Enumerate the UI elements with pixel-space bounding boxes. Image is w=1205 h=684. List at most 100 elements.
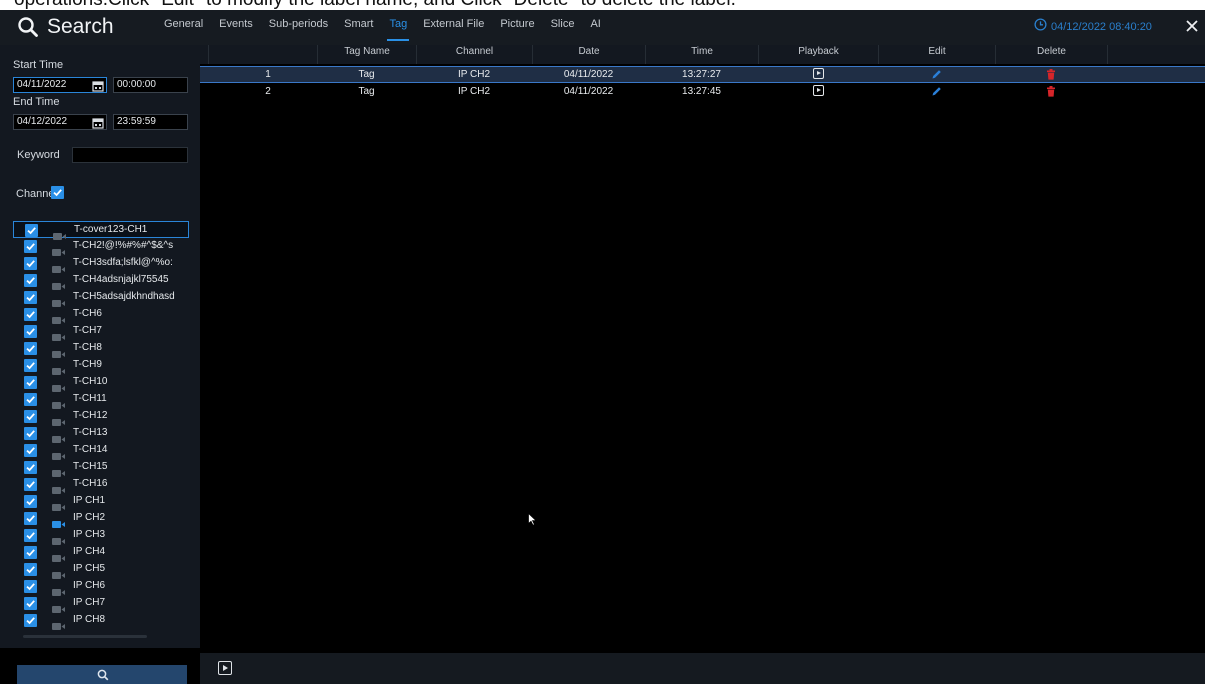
camera-icon: [52, 413, 65, 426]
pencil-icon[interactable]: [931, 86, 942, 102]
channel-item[interactable]: IP CH1: [13, 493, 189, 511]
channel-checkbox[interactable]: [24, 342, 37, 355]
channel-checkbox[interactable]: [24, 291, 37, 304]
channel-name: T-CH4adsnjajkl75545: [73, 274, 169, 285]
channel-checkbox[interactable]: [24, 495, 37, 508]
channel-name: T-CH14: [73, 444, 108, 455]
calendar-icon[interactable]: [92, 79, 104, 92]
channel-item[interactable]: T-CH6: [13, 306, 189, 324]
channel-checkbox[interactable]: [24, 274, 37, 287]
play-icon[interactable]: [218, 661, 232, 675]
tab-picture[interactable]: Picture: [492, 10, 542, 45]
channel-checkbox[interactable]: [24, 444, 37, 457]
channel-checkbox[interactable]: [24, 580, 37, 593]
tab-external-file[interactable]: External File: [415, 10, 492, 45]
channel-item[interactable]: T-CH4adsnjajkl75545: [13, 272, 189, 290]
play-icon[interactable]: [812, 84, 824, 96]
tab-ai[interactable]: AI: [582, 10, 608, 45]
channel-item[interactable]: T-CH13: [13, 425, 189, 443]
trash-icon[interactable]: [1046, 86, 1056, 102]
camera-icon: [52, 311, 65, 324]
channel-item[interactable]: T-CH7: [13, 323, 189, 341]
spacer-column-header: [1107, 45, 1205, 64]
channel-list-scrollbar[interactable]: [13, 635, 189, 639]
channel-item[interactable]: IP CH6: [13, 578, 189, 596]
channel-select-all-checkbox[interactable]: [51, 186, 64, 199]
camera-icon: [52, 396, 65, 409]
channel-item[interactable]: T-CH10: [13, 374, 189, 392]
close-button[interactable]: [1183, 16, 1201, 36]
channel-item[interactable]: T-CH9: [13, 357, 189, 375]
channel-checkbox[interactable]: [24, 393, 37, 406]
channel-checkbox[interactable]: [24, 240, 37, 253]
clock-datetime: 04/12/2022 08:40:20: [1051, 21, 1152, 33]
play-icon[interactable]: [812, 67, 824, 79]
delete-cell: [995, 67, 1107, 84]
channel-item[interactable]: IP CH3: [13, 527, 189, 545]
start-time-field[interactable]: 00:00:00: [113, 77, 188, 93]
channel-item[interactable]: T-cover123-CH1: [13, 221, 189, 240]
channel-item[interactable]: T-CH11: [13, 391, 189, 409]
tab-general[interactable]: General: [156, 10, 211, 45]
camera-icon: [52, 617, 65, 630]
app-title: Search: [47, 15, 114, 38]
table-header: Tag Name Channel Date Time Playback Edit Delet…: [200, 45, 1205, 64]
search-button[interactable]: [17, 665, 187, 684]
channel-checkbox[interactable]: [24, 529, 37, 542]
keyword-input[interactable]: [72, 147, 188, 163]
channel-checkbox[interactable]: [24, 376, 37, 389]
channel-item[interactable]: T-CH5adsajdkhndhasd: [13, 289, 189, 307]
trash-icon[interactable]: [1046, 69, 1056, 85]
channel-item[interactable]: T-CH12: [13, 408, 189, 426]
edit-cell: [878, 67, 995, 84]
channel-checkbox[interactable]: [24, 257, 37, 270]
channel-checkbox[interactable]: [24, 308, 37, 321]
channel-item[interactable]: IP CH5: [13, 561, 189, 579]
start-date-value: 04/11/2022: [17, 79, 67, 90]
channel-item[interactable]: T-CH2!@!%#%#^$&^s: [13, 238, 189, 256]
tag-results-table: Tag Name Channel Date Time Playback Edit Delet…: [200, 45, 1205, 684]
tab-sub-periods[interactable]: Sub-periods: [261, 10, 336, 45]
channel-checkbox[interactable]: [24, 461, 37, 474]
row-index: 1: [265, 69, 271, 80]
start-time-label: Start Time: [13, 59, 64, 71]
channel-checkbox[interactable]: [24, 512, 37, 525]
channel-item[interactable]: T-CH8: [13, 340, 189, 358]
channel-item[interactable]: T-CH14: [13, 442, 189, 460]
channel-item[interactable]: T-CH15: [13, 459, 189, 477]
channel-item[interactable]: IP CH4: [13, 544, 189, 562]
channel-item[interactable]: T-CH16: [13, 476, 189, 494]
table-row[interactable]: 1 Tag IP CH2 04/11/2022 13:27:27: [200, 66, 1205, 83]
channel-name: T-CH6: [73, 308, 102, 319]
channel-column-header: Channel: [416, 45, 532, 64]
channel-name: IP CH2: [73, 512, 106, 523]
pencil-icon[interactable]: [931, 69, 942, 85]
camera-icon: [52, 379, 65, 392]
channel-checkbox[interactable]: [24, 597, 37, 610]
calendar-icon[interactable]: [92, 116, 104, 129]
end-time-field[interactable]: 23:59:59: [113, 114, 188, 130]
channel-item[interactable]: T-CH3sdfa;lsfkl@^%o:: [13, 255, 189, 273]
channel-checkbox[interactable]: [24, 563, 37, 576]
channel-item[interactable]: IP CH8: [13, 612, 189, 630]
channel-name: T-cover123-CH1: [74, 224, 148, 235]
channel-checkbox[interactable]: [24, 478, 37, 491]
table-row[interactable]: 2 Tag IP CH2 04/11/2022 13:27:45: [200, 84, 1205, 101]
channel-checkbox[interactable]: [24, 410, 37, 423]
channel-checkbox[interactable]: [25, 224, 38, 237]
channel-checkbox[interactable]: [24, 427, 37, 440]
tab-events[interactable]: Events: [211, 10, 261, 45]
channel-checkbox[interactable]: [24, 614, 37, 627]
channel-item[interactable]: IP CH2: [13, 510, 189, 528]
tab-slice[interactable]: Slice: [543, 10, 583, 45]
channel-name: T-CH16: [73, 478, 108, 489]
tab-tag[interactable]: Tag: [381, 10, 415, 45]
channel-checkbox[interactable]: [24, 359, 37, 372]
tab-smart[interactable]: Smart: [336, 10, 381, 45]
camera-icon: [52, 328, 65, 341]
channel-checkbox[interactable]: [24, 546, 37, 559]
channel-checkbox[interactable]: [24, 325, 37, 338]
end-time-value: 23:59:59: [117, 116, 156, 127]
scrollbar-thumb[interactable]: [23, 635, 147, 638]
channel-item[interactable]: IP CH7: [13, 595, 189, 613]
